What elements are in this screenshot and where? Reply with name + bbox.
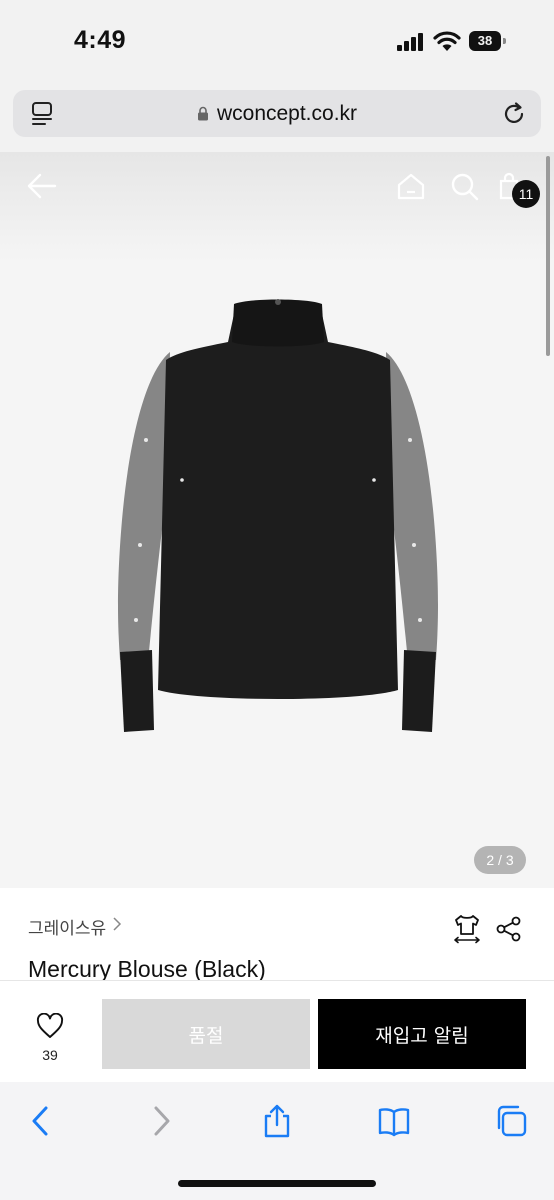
browser-back-icon[interactable] xyxy=(24,1104,58,1138)
browser-address-area: wconcept.co.kr xyxy=(0,84,554,152)
lock-icon xyxy=(197,106,208,121)
size-fit-icon[interactable] xyxy=(452,914,482,944)
tabs-icon[interactable] xyxy=(494,1104,528,1138)
brand-link[interactable]: 그레이스유 xyxy=(28,914,106,939)
product-image xyxy=(118,299,438,732)
cellular-signal-icon xyxy=(397,33,427,51)
share-sheet-icon[interactable] xyxy=(260,1104,294,1138)
battery-icon: 38 xyxy=(469,31,507,51)
product-info: 그레이스유 Mercury Blouse (Black) xyxy=(0,888,554,980)
search-icon[interactable] xyxy=(450,172,480,202)
chevron-right-icon xyxy=(113,917,122,931)
url-text: wconcept.co.kr xyxy=(216,102,358,125)
address-bar[interactable]: wconcept.co.kr xyxy=(13,90,541,137)
page-scrollbar[interactable] xyxy=(546,156,550,356)
status-time: 4:49 xyxy=(74,26,127,54)
like-button[interactable]: 39 xyxy=(20,1011,80,1067)
bookmarks-icon[interactable] xyxy=(377,1104,411,1138)
reload-icon[interactable] xyxy=(501,101,527,127)
heart-icon xyxy=(36,1013,64,1038)
gallery-pager: 2 / 3 xyxy=(474,846,526,874)
cart-count-badge: 11 xyxy=(512,180,540,208)
status-bar: 4:49 38 xyxy=(0,0,554,84)
home-indicator[interactable] xyxy=(178,1180,376,1187)
share-icon[interactable] xyxy=(496,916,522,942)
purchase-action-bar: 39 품절 재입고 알림 xyxy=(0,980,554,1083)
battery-level: 38 xyxy=(469,31,501,51)
restock-alert-button[interactable]: 재입고 알림 xyxy=(318,999,526,1069)
home-icon[interactable] xyxy=(396,172,426,200)
like-count: 39 xyxy=(42,1047,58,1063)
back-arrow-icon[interactable] xyxy=(26,172,58,200)
browser-forward-icon[interactable] xyxy=(144,1104,178,1138)
soldout-button[interactable]: 품절 xyxy=(102,999,310,1069)
product-title: Mercury Blouse (Black) xyxy=(28,956,266,980)
wifi-icon xyxy=(433,31,461,51)
